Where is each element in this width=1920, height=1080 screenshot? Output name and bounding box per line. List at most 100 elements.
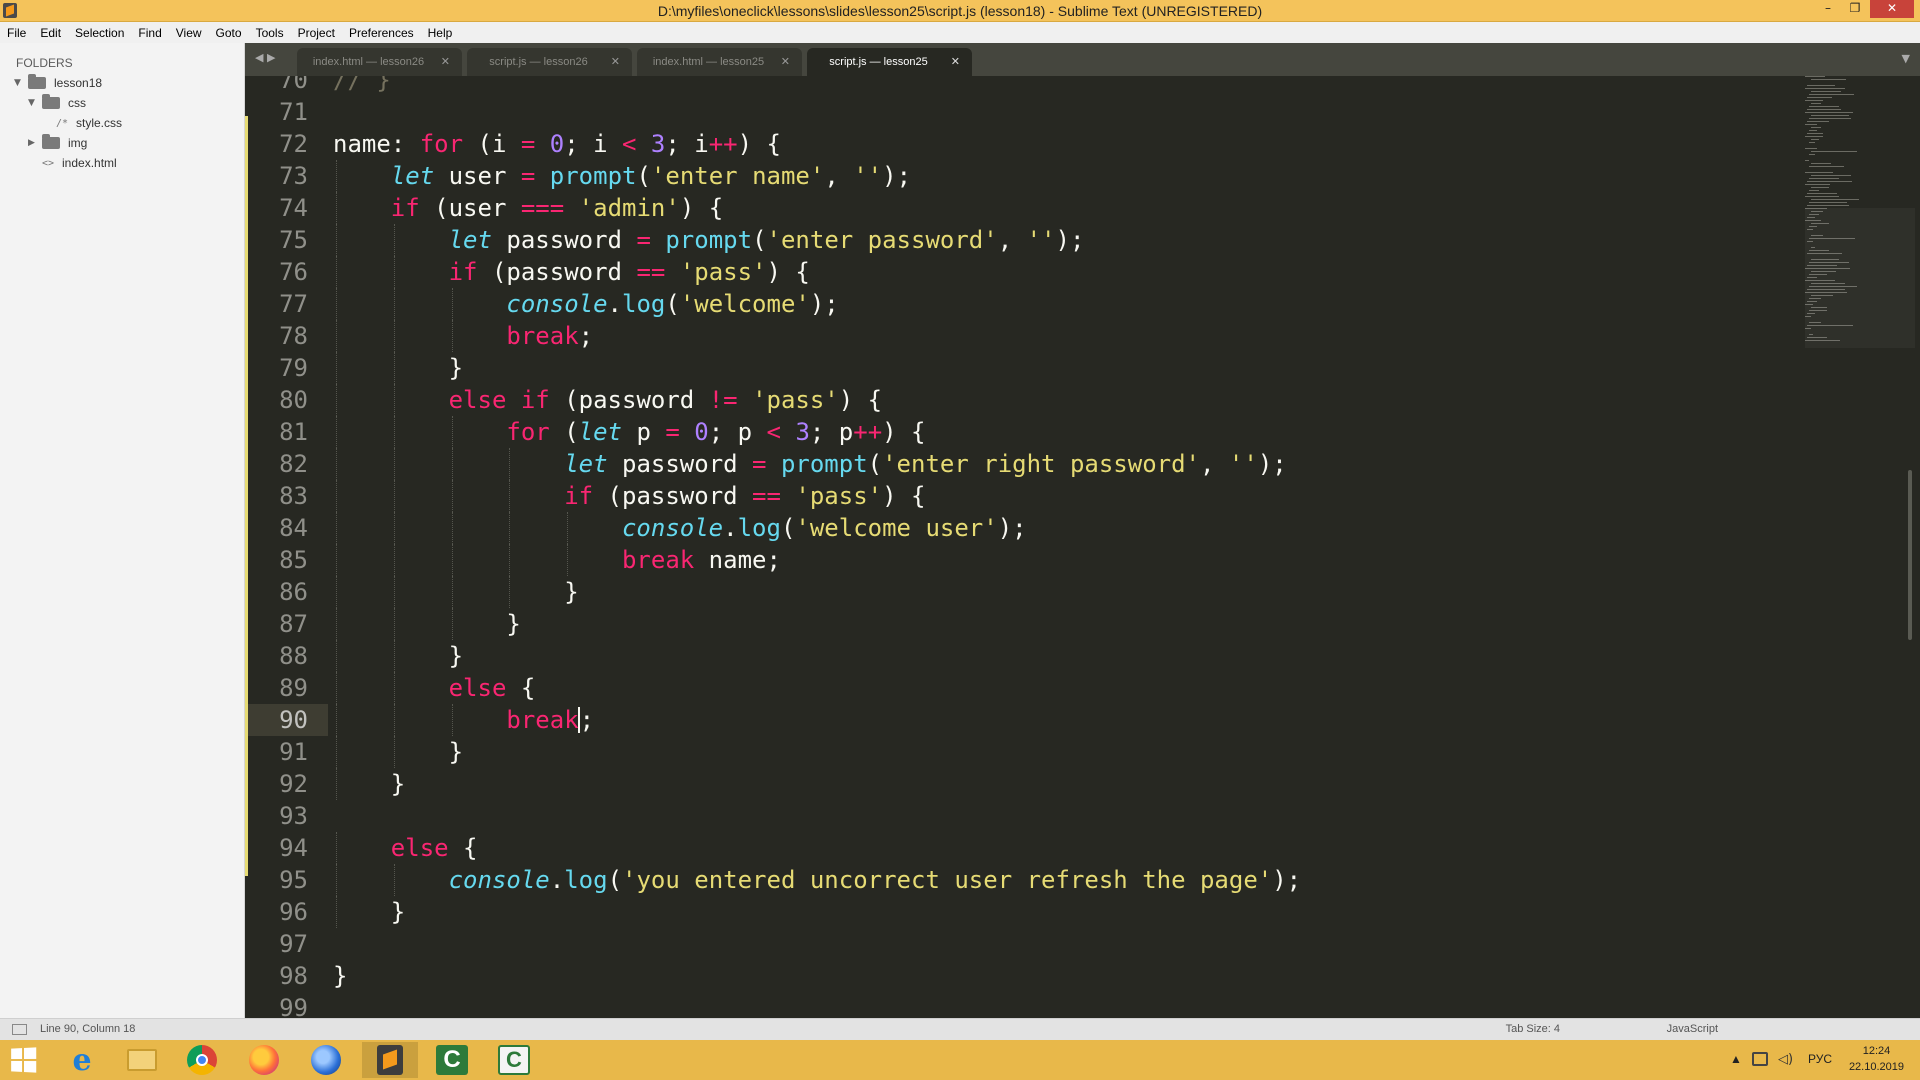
firefox-icon[interactable]	[236, 1042, 292, 1078]
code-line[interactable]: 77 console.log('welcome');	[245, 288, 1805, 320]
code-text[interactable]: }	[333, 898, 405, 926]
code-line[interactable]: 91 }	[245, 736, 1805, 768]
code-line[interactable]: 82 let password = prompt('enter right pa…	[245, 448, 1805, 480]
code-text[interactable]: else if (password != 'pass') {	[333, 386, 883, 414]
code-text[interactable]: break;	[333, 322, 593, 350]
panel-toggle-icon[interactable]	[12, 1024, 27, 1035]
collapsed-arrow-icon[interactable]: ▶	[28, 138, 38, 148]
code-line[interactable]: 80 else if (password != 'pass') {	[245, 384, 1805, 416]
windows-start-icon[interactable]	[11, 1047, 38, 1073]
code-line[interactable]: 94 else {	[245, 832, 1805, 864]
code-line[interactable]: 98}	[245, 960, 1805, 992]
code-line[interactable]: 81 for (let p = 0; p < 3; p++) {	[245, 416, 1805, 448]
menu-help[interactable]: Help	[428, 26, 453, 40]
tree-folder-css[interactable]: ▼ css	[28, 93, 86, 113]
code-line[interactable]: 95 console.log('you entered uncorrect us…	[245, 864, 1805, 896]
code-line[interactable]: 72 name: for (i = 0; i < 3; i++) {	[245, 128, 1805, 160]
code-line[interactable]: 99	[245, 992, 1805, 1018]
tab-script-js-lesson25[interactable]: script.js — lesson25 ✕	[807, 48, 972, 76]
tab-close-icon[interactable]: ✕	[611, 55, 620, 68]
tree-file-index-html[interactable]: <> index.html	[42, 153, 117, 173]
code-text[interactable]: }	[333, 642, 463, 670]
code-line[interactable]: 79 }	[245, 352, 1805, 384]
code-line[interactable]: 90 break;	[245, 704, 1805, 736]
minimap[interactable]	[1805, 76, 1915, 1018]
sublime-text-taskbar-icon[interactable]	[362, 1042, 418, 1078]
menu-tools[interactable]: Tools	[256, 26, 284, 40]
tree-folder-lesson18[interactable]: ▼ lesson18	[14, 73, 102, 93]
code-line[interactable]: 73 let user = prompt('enter name', '');	[245, 160, 1805, 192]
chrome-icon[interactable]	[174, 1042, 230, 1078]
code-text[interactable]: console.log('welcome');	[333, 290, 838, 318]
tab-size-indicator[interactable]: Tab Size: 4	[1506, 1023, 1560, 1035]
code-line[interactable]: 96 }	[245, 896, 1805, 928]
code-text[interactable]: let password = prompt('enter password', …	[333, 226, 1085, 254]
tab-nav-arrows-icon[interactable]: ◀ ▶	[255, 51, 275, 64]
tab-close-icon[interactable]: ✕	[781, 55, 790, 68]
camtasia-recorder-icon[interactable]: C	[424, 1042, 480, 1078]
code-line[interactable]: 89 else {	[245, 672, 1805, 704]
tree-folder-img[interactable]: ▶ img	[28, 133, 87, 153]
volume-icon[interactable]: ◁)	[1778, 1052, 1793, 1067]
code-text[interactable]: }	[333, 962, 347, 990]
code-line[interactable]: 93	[245, 800, 1805, 832]
firefox-developer-icon[interactable]	[298, 1042, 354, 1078]
vertical-scrollbar[interactable]	[1908, 470, 1912, 640]
code-line[interactable]: 83 if (password == 'pass') {	[245, 480, 1805, 512]
code-text[interactable]: console.log('you entered uncorrect user …	[333, 866, 1302, 894]
code-line[interactable]: 85 break name;	[245, 544, 1805, 576]
code-line[interactable]: 76 if (password == 'pass') {	[245, 256, 1805, 288]
menu-find[interactable]: Find	[138, 26, 161, 40]
expanded-arrow-icon[interactable]: ▼	[14, 78, 24, 88]
menu-project[interactable]: Project	[298, 26, 335, 40]
tab-close-icon[interactable]: ✕	[441, 55, 450, 68]
tab-index-html-lesson26[interactable]: index.html — lesson26 ✕	[297, 48, 462, 76]
syntax-indicator[interactable]: JavaScript	[1667, 1023, 1718, 1035]
tab-script-js-lesson26[interactable]: script.js — lesson26 ✕	[467, 48, 632, 76]
code-text[interactable]: break name;	[333, 546, 781, 574]
file-explorer-icon[interactable]	[114, 1042, 170, 1078]
menu-selection[interactable]: Selection	[75, 26, 124, 40]
code-text[interactable]: // }	[333, 76, 391, 94]
code-text[interactable]: console.log('welcome user');	[333, 514, 1027, 542]
code-line[interactable]: 92 }	[245, 768, 1805, 800]
code-text[interactable]: }	[333, 738, 463, 766]
code-text[interactable]: for (let p = 0; p < 3; p++) {	[333, 418, 925, 446]
code-text[interactable]: }	[333, 354, 463, 382]
tab-dropdown-icon[interactable]: ▼	[1902, 52, 1910, 65]
code-line[interactable]: 86 }	[245, 576, 1805, 608]
code-text[interactable]: name: for (i = 0; i < 3; i++) {	[333, 130, 781, 158]
minimize-button[interactable]: –	[1816, 0, 1840, 18]
internet-explorer-icon[interactable]: e	[54, 1042, 110, 1078]
menu-preferences[interactable]: Preferences	[349, 26, 414, 40]
code-text[interactable]: let password = prompt('enter right passw…	[333, 450, 1287, 478]
menu-file[interactable]: File	[7, 26, 26, 40]
minimap-viewport[interactable]	[1805, 208, 1915, 348]
code-text[interactable]: }	[333, 770, 405, 798]
code-line[interactable]: 84 console.log('welcome user');	[245, 512, 1805, 544]
code-text[interactable]: if (user === 'admin') {	[333, 194, 723, 222]
code-text[interactable]: if (password == 'pass') {	[333, 482, 925, 510]
code-line[interactable]: 87 }	[245, 608, 1805, 640]
code-text[interactable]: else {	[333, 674, 536, 702]
camtasia-studio-icon[interactable]: C	[486, 1042, 542, 1078]
code-text[interactable]: }	[333, 578, 578, 606]
menu-goto[interactable]: Goto	[216, 26, 242, 40]
code-text[interactable]: else {	[333, 834, 478, 862]
code-line[interactable]: 70 // }	[245, 76, 1805, 96]
system-clock[interactable]: 12:24 22.10.2019	[1849, 1043, 1904, 1075]
code-editor[interactable]: 70 // } 71 72 name: for (i = 0; i < 3; i++) …	[245, 76, 1920, 1018]
network-icon[interactable]	[1752, 1052, 1768, 1066]
code-text[interactable]: if (password == 'pass') {	[333, 258, 810, 286]
code-line[interactable]: 75 let password = prompt('enter password…	[245, 224, 1805, 256]
code-line[interactable]: 71	[245, 96, 1805, 128]
code-line[interactable]: 88 }	[245, 640, 1805, 672]
close-button[interactable]: ✕	[1870, 0, 1914, 18]
menu-view[interactable]: View	[176, 26, 202, 40]
tab-index-html-lesson25[interactable]: index.html — lesson25 ✕	[637, 48, 802, 76]
expanded-arrow-icon[interactable]: ▼	[28, 98, 38, 108]
code-line[interactable]: 78 break;	[245, 320, 1805, 352]
code-text[interactable]: let user = prompt('enter name', '');	[333, 162, 911, 190]
tray-overflow-icon[interactable]: ▲	[1730, 1052, 1742, 1066]
code-text[interactable]: }	[333, 610, 520, 638]
